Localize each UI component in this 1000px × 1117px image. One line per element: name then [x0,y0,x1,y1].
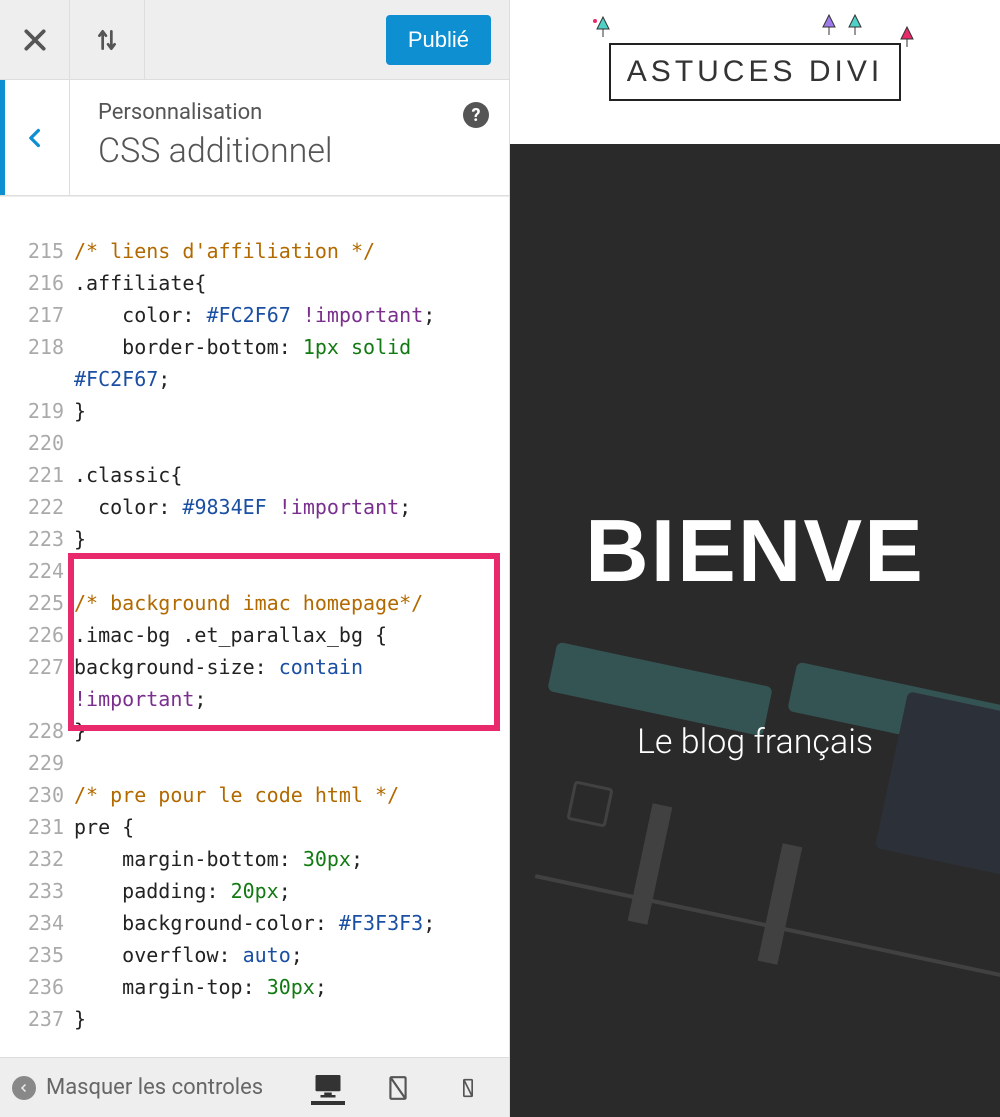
css-code-editor[interactable]: 2152162172182192202212222232242252262272… [0,196,509,1057]
line-gutter: 2152162172182192202212222232242252262272… [0,203,74,1057]
hero-section: BIENVE Le blog français [510,144,1000,1117]
customizer-topbar: Publié [0,0,509,80]
balloon-icon [843,13,867,37]
balloon-icon [591,15,615,39]
code-area[interactable]: /* liens d'affiliation */.affiliate{ col… [74,203,509,1057]
section-header: Personnalisation CSS additionnel ? [0,80,509,196]
site-preview: ASTUCES DIVI BIENVE Le blog français [510,0,1000,1117]
breadcrumb: Personnalisation [98,100,485,125]
device-preview-switcher [311,1071,497,1105]
device-desktop-button[interactable] [311,1071,345,1105]
header-text: Personnalisation CSS additionnel ? [70,80,509,195]
device-tablet-button[interactable] [381,1071,415,1105]
mobile-icon [458,1075,478,1101]
help-button[interactable]: ? [463,102,489,128]
logo-text-2: DIVI [809,55,883,88]
collapse-label: Masquer les controles [46,1075,263,1100]
hero-background [510,144,1000,1117]
device-mobile-button[interactable] [451,1071,485,1105]
sort-icon [94,27,120,53]
desktop-icon [313,1070,343,1100]
balloon-icon [817,13,841,37]
logo-text-1: ASTUCES [627,55,809,88]
publish-button[interactable]: Publié [386,15,491,65]
collapse-controls-button[interactable]: Masquer les controles [12,1075,263,1100]
site-header: ASTUCES DIVI [510,0,1000,144]
customizer-footer: Masquer les controles [0,1057,509,1117]
hero-title: BIENVE [585,500,925,602]
tablet-icon [385,1075,411,1101]
close-icon [22,27,48,53]
publish-cell: Publié [145,0,509,79]
chevron-left-icon [25,123,45,153]
page-title: CSS additionnel [98,131,485,171]
hero-subtitle: Le blog français [637,722,873,762]
back-button[interactable] [0,80,70,195]
reorder-button[interactable] [70,0,145,79]
site-logo[interactable]: ASTUCES DIVI [609,43,901,101]
customizer-panel: Publié Personnalisation CSS additionnel … [0,0,510,1117]
chevron-left-circle-icon [12,1076,36,1100]
close-button[interactable] [0,0,70,79]
